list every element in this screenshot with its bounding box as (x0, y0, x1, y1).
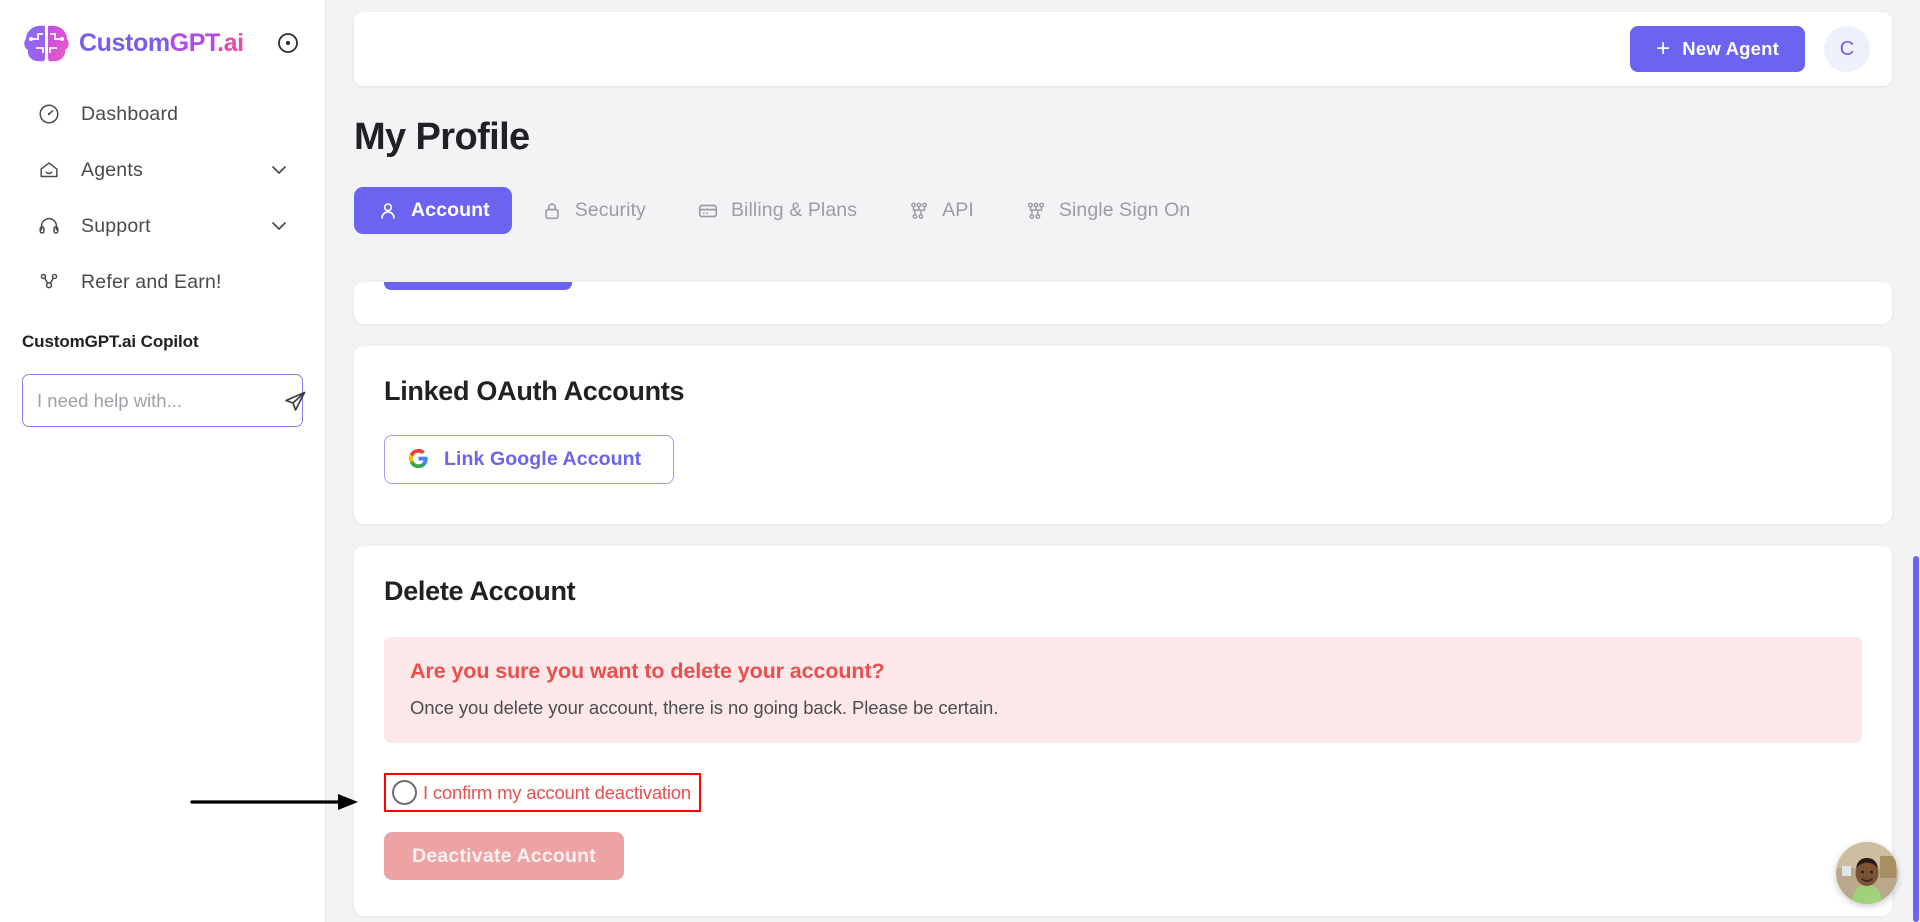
delete-account-card: Delete Account Are you sure you want to … (354, 546, 1892, 916)
tab-api[interactable]: API (885, 187, 996, 234)
nodes-icon (1024, 199, 1048, 223)
circle-dot-collapse-icon[interactable] (275, 30, 301, 56)
chevron-down-icon[interactable] (269, 216, 289, 236)
copilot-search-input[interactable] (37, 389, 280, 412)
sidebar-item-support[interactable]: Support (0, 198, 325, 254)
brand-name-part1: Custom (79, 28, 170, 57)
linked-oauth-accounts-card: Linked OAuth Accounts Link Google Accoun… (354, 346, 1892, 524)
confirm-deactivation-label: I confirm my account deactivation (423, 781, 691, 803)
delete-warning-box: Are you sure you want to delete your acc… (384, 637, 1862, 743)
sidebar-nav: Dashboard Agents Support Refer and Earn! (0, 86, 325, 310)
tab-account[interactable]: Account (354, 187, 512, 234)
tab-label: Security (574, 199, 646, 221)
link-google-account-button[interactable]: Link Google Account (384, 435, 674, 484)
topbar-wrapper: + New Agent C (326, 0, 1920, 86)
confirm-deactivation-row[interactable]: I confirm my account deactivation (384, 773, 701, 812)
delete-warning-subtitle: Once you delete your account, there is n… (410, 697, 999, 718)
home-agent-icon (36, 157, 62, 183)
confirm-deactivation-checkbox[interactable] (392, 780, 417, 805)
settings-scroll-area: Linked OAuth Accounts Link Google Accoun… (326, 282, 1920, 922)
support-person-avatar[interactable] (1836, 842, 1898, 904)
delete-account-heading: Delete Account (384, 576, 576, 606)
chevron-down-icon[interactable] (269, 160, 289, 180)
sidebar-item-label: Refer and Earn! (81, 270, 222, 293)
sidebar: CustomGPT.ai Dashboard Agents Support Re… (0, 0, 326, 922)
link-google-account-label: Link Google Account (444, 448, 642, 470)
brand-name: CustomGPT.ai (79, 29, 244, 58)
sidebar-item-refer-and-earn[interactable]: Refer and Earn! (0, 254, 325, 310)
deactivate-account-button[interactable]: Deactivate Account (384, 832, 624, 880)
brand-name-part3: .ai (217, 28, 244, 57)
nodes-icon (907, 199, 931, 223)
send-paper-plane-icon[interactable] (280, 386, 310, 416)
speedometer-icon (36, 101, 62, 127)
sidebar-item-agents[interactable]: Agents (0, 142, 325, 198)
sidebar-item-label: Agents (81, 158, 143, 181)
tab-label: Account (411, 199, 490, 221)
delete-warning-title: Are you sure you want to delete your acc… (410, 659, 885, 683)
headset-icon (36, 213, 62, 239)
new-agent-label: New Agent (1682, 38, 1779, 59)
share-nodes-icon (36, 269, 62, 295)
sidebar-item-label: Support (81, 214, 151, 237)
tab-label: Single Sign On (1058, 199, 1191, 221)
clipped-save-button[interactable] (384, 282, 572, 290)
brand-name-part2: GPT (169, 28, 218, 57)
copilot-input-box[interactable] (22, 374, 306, 427)
credit-card-icon (696, 199, 720, 223)
lock-icon (540, 199, 564, 223)
app-root: CustomGPT.ai Dashboard Agents Support Re… (0, 0, 1920, 922)
settings-tabs: Account Security Billing & Plans API Sin… (326, 159, 1920, 234)
tab-security[interactable]: Security (518, 187, 668, 234)
tab-billing-and-plans[interactable]: Billing & Plans (674, 187, 879, 234)
avatar-initial: C (1839, 37, 1855, 60)
topbar: + New Agent C (354, 12, 1892, 86)
tab-single-sign-on[interactable]: Single Sign On (1002, 187, 1212, 234)
new-agent-button[interactable]: + New Agent (1630, 26, 1805, 72)
vertical-scrollbar-thumb[interactable] (1913, 556, 1919, 922)
profile-card-clipped (354, 282, 1892, 324)
avatar[interactable]: C (1824, 26, 1870, 72)
oauth-heading: Linked OAuth Accounts (384, 376, 685, 406)
tab-label: API (942, 199, 974, 221)
sidebar-item-label: Dashboard (81, 102, 179, 125)
vertical-scrollbar-track[interactable] (1912, 0, 1920, 922)
sidebar-item-dashboard[interactable]: Dashboard (0, 86, 325, 142)
user-icon (376, 199, 400, 223)
tab-label: Billing & Plans (730, 199, 858, 221)
page-title: My Profile (354, 116, 530, 158)
plus-icon: + (1656, 35, 1671, 62)
copilot-title: CustomGPT.ai Copilot (22, 332, 199, 351)
google-g-icon (407, 447, 430, 473)
brain-icon (22, 21, 72, 65)
main-content: + New Agent C My Profile Account Securit… (326, 0, 1920, 922)
